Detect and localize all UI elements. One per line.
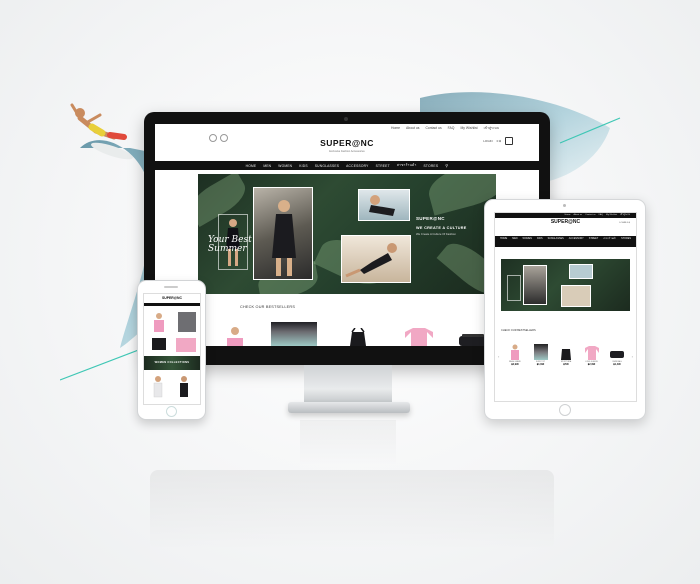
hero-photo-model-3 — [341, 235, 411, 283]
topbar-link-login[interactable]: เข้าสู่ระบบ — [484, 124, 499, 132]
product-thumb-longsleeve[interactable] — [405, 328, 433, 346]
tablet-nav-accessory[interactable]: ACCESSORY — [569, 237, 584, 246]
tablet-product-card[interactable]: RASH GUARD ฿2,990 — [507, 344, 523, 366]
tablet-product-price: ฿790 — [563, 363, 569, 366]
showcase-stage: Home About us Contact us FAQ My Wishlist… — [0, 0, 700, 584]
monitor-stand-base — [288, 402, 410, 413]
monitor-stand-neck — [304, 365, 392, 405]
bestsellers-title: CHECK OUR BESTSELLERS — [240, 305, 296, 309]
product-thumb-sportbra[interactable] — [347, 328, 369, 346]
nav-item-sunglasses[interactable]: SUNGLASSES — [315, 164, 339, 168]
topbar-link-about[interactable]: About us — [406, 124, 419, 132]
tablet-topbar-login[interactable]: เข้าสู่ระบบ — [620, 213, 630, 218]
phone-screen: SUPER@NC WOMEN COLLECTIONS — [143, 293, 201, 405]
cart-summary[interactable]: LOGIN 0 ฿ — [483, 137, 513, 145]
nav-item-home[interactable]: HOME — [246, 164, 257, 168]
nav-item-women[interactable]: WOMEN — [278, 164, 292, 168]
tablet-topbar-contact[interactable]: Contact us — [585, 213, 595, 218]
tablet-bestsellers-title: CHECK OUR BESTSELLERS — [501, 329, 536, 332]
nav-item-accessory[interactable]: ACCESSORY — [346, 164, 368, 168]
tablet-topbar: Home About us Contact us FAQ My Wishlist… — [495, 213, 636, 218]
hero-headline: WE CREATE A CULTURE — [416, 226, 467, 230]
hero-script-title: Your Best Summer — [208, 235, 252, 254]
camera-icon — [344, 117, 348, 121]
topbar-link-wishlist[interactable]: My Wishlist — [460, 124, 477, 132]
tablet-product-price: ฿1,690 — [536, 363, 545, 366]
tablet-nav-sunglasses[interactable]: SUNGLASSES — [548, 237, 564, 246]
nav-item-stores[interactable]: STORES — [424, 164, 439, 168]
brand-tagline: Exclusive Fashion Accessories — [329, 150, 365, 153]
tablet-nav-branches[interactable]: สาขาร้านค้า — [603, 237, 616, 246]
tablet-nav-home[interactable]: HOME — [500, 237, 507, 246]
monitor-reflection — [150, 470, 554, 550]
tablet-product-price: ฿2,390 — [587, 363, 596, 366]
hero-photo-model-2 — [358, 189, 410, 221]
phone-brand[interactable]: SUPER@NC — [144, 296, 200, 300]
tablet-product-list: RASH GUARD ฿2,990 SURF TOP ฿1,690 SPORT … — [507, 344, 625, 366]
tablet-topbar-wishlist[interactable]: My Wishlist — [606, 213, 617, 218]
product-thumb-surftop[interactable] — [271, 322, 317, 346]
camera-icon — [563, 204, 566, 207]
topbar-link-home[interactable]: Home — [391, 124, 400, 132]
phone-product-grid[interactable] — [146, 310, 198, 354]
product-thumb-rashguard[interactable] — [223, 326, 247, 346]
nav-item-kids[interactable]: KIDS — [299, 164, 308, 168]
tablet-product-card[interactable]: SWIM BAG ฿1,490 — [609, 344, 625, 366]
hero-banner[interactable]: Your Best Summer SUPER@NC WE CREATE A CU… — [198, 174, 496, 294]
tablet-product-price: ฿2,990 — [511, 363, 519, 366]
tablet-product-card[interactable]: SPORT BRA ฿790 — [558, 344, 574, 366]
tablet-screen: Home About us Contact us FAQ My Wishlist… — [494, 212, 637, 402]
topbar-link-faq[interactable]: FAQ — [448, 124, 455, 132]
hero-headline-brand: SUPER@NC — [416, 216, 445, 221]
desktop-topbar: Home About us Contact us FAQ My Wishlist… — [155, 124, 539, 132]
tablet-nav-men[interactable]: MEN — [512, 237, 517, 246]
cart-icon[interactable] — [505, 137, 513, 145]
tablet-product-price: ฿1,490 — [613, 363, 621, 366]
tablet-device: Home About us Contact us FAQ My Wishlist… — [484, 199, 646, 420]
tablet-nav-women[interactable]: WOMEN — [523, 237, 532, 246]
tablet-nav-kids[interactable]: KIDS — [537, 237, 543, 246]
tablet-brand[interactable]: SUPER@NC — [495, 219, 636, 225]
tablet-topbar-faq[interactable]: FAQ — [599, 213, 603, 218]
main-nav: HOME MEN WOMEN KIDS SUNGLASSES ACCESSORY… — [155, 161, 539, 170]
tablet-product-card[interactable]: SURF TOP ฿1,690 — [533, 344, 549, 366]
tablet-nav-stores[interactable]: STORES — [621, 237, 631, 246]
phone-model-row[interactable] — [146, 374, 198, 400]
brand-name: SUPER@NC — [320, 138, 374, 148]
hero-subtext: We Create A Culture Of Fashion — [416, 232, 456, 236]
tablet-cart[interactable]: LOGIN 0 ฿ — [619, 221, 630, 224]
home-button[interactable] — [166, 406, 177, 417]
tablet-nav: HOME MEN WOMEN KIDS SUNGLASSES ACCESSORY… — [495, 236, 636, 247]
bestseller-products — [213, 320, 493, 346]
speaker-grille — [164, 286, 178, 288]
tablet-product-card[interactable]: LONG SLEEVE ฿2,390 — [584, 344, 600, 366]
chevron-left-icon[interactable]: ‹ — [498, 354, 499, 359]
tablet-nav-street[interactable]: STREET — [589, 237, 598, 246]
tablet-topbar-home[interactable]: Home — [565, 213, 571, 218]
phone-menu-bar[interactable] — [144, 303, 200, 306]
desktop-screen: Home About us Contact us FAQ My Wishlist… — [155, 124, 539, 346]
login-link[interactable]: LOGIN — [483, 139, 492, 143]
nav-item-branches[interactable]: สาขาร้านค้า — [397, 163, 417, 168]
cart-price: 0 ฿ — [496, 139, 501, 143]
search-icon[interactable]: ⚲ — [445, 163, 448, 168]
site-logo[interactable]: SUPER@NC Exclusive Fashion Accessories — [155, 133, 539, 153]
stand-reflection — [300, 420, 396, 466]
topbar-link-contact[interactable]: Contact us — [425, 124, 441, 132]
chevron-right-icon[interactable]: › — [632, 354, 633, 359]
phone-device: SUPER@NC WOMEN COLLECTIONS — [137, 280, 206, 420]
phone-collection-banner[interactable]: WOMEN COLLECTIONS — [144, 356, 200, 370]
phone-banner-text: WOMEN COLLECTIONS — [154, 361, 190, 364]
hero-photo-model-1 — [253, 187, 313, 280]
surfer-illustration — [70, 103, 133, 160]
nav-item-street[interactable]: STREET — [376, 164, 390, 168]
home-button[interactable] — [559, 404, 571, 416]
tablet-hero-banner[interactable] — [501, 259, 630, 311]
tablet-topbar-about[interactable]: About us — [574, 213, 583, 218]
nav-item-men[interactable]: MEN — [263, 164, 271, 168]
